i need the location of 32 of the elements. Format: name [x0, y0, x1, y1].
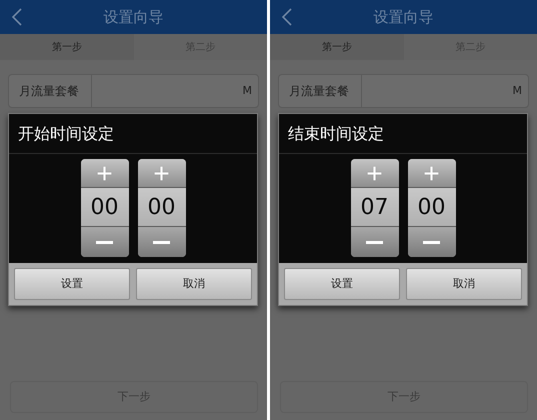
dialog-button[interactable]: 取消 [406, 268, 522, 300]
plus-icon [423, 164, 440, 182]
row-value: M [242, 82, 253, 99]
dialog-button[interactable]: 设置 [284, 268, 400, 300]
minus-icon [423, 240, 440, 244]
decrement-button[interactable] [350, 226, 398, 257]
increment-button[interactable] [80, 159, 128, 188]
spinner-value[interactable]: 00 [408, 188, 456, 226]
dialog-button[interactable]: 取消 [136, 268, 252, 300]
increment-button[interactable] [138, 159, 186, 188]
spinner-value[interactable]: 07 [350, 188, 398, 226]
decrement-button[interactable] [138, 226, 186, 257]
plus-icon [366, 164, 383, 182]
dialog-title: 结束时间设定 [288, 122, 384, 144]
minus-icon [153, 240, 170, 244]
decrement-button[interactable] [408, 226, 456, 257]
header-title: 设置向导 [104, 6, 164, 28]
minus-icon [366, 240, 383, 244]
spinner-value[interactable]: 00 [138, 188, 186, 226]
minus-icon [96, 240, 113, 244]
spinner-value[interactable]: 00 [80, 188, 128, 226]
row-value: M [512, 82, 523, 99]
decrement-button[interactable] [80, 226, 128, 257]
row-label: 月流量套餐 [279, 75, 362, 107]
plus-icon [96, 164, 113, 182]
dialog-title: 开始时间设定 [18, 122, 114, 144]
increment-button[interactable] [408, 159, 456, 188]
increment-button[interactable] [350, 159, 398, 188]
dialog-button[interactable]: 设置 [14, 268, 130, 300]
header-title: 设置向导 [374, 6, 434, 28]
plus-icon [153, 164, 170, 182]
row-label: 月流量套餐 [9, 75, 92, 107]
